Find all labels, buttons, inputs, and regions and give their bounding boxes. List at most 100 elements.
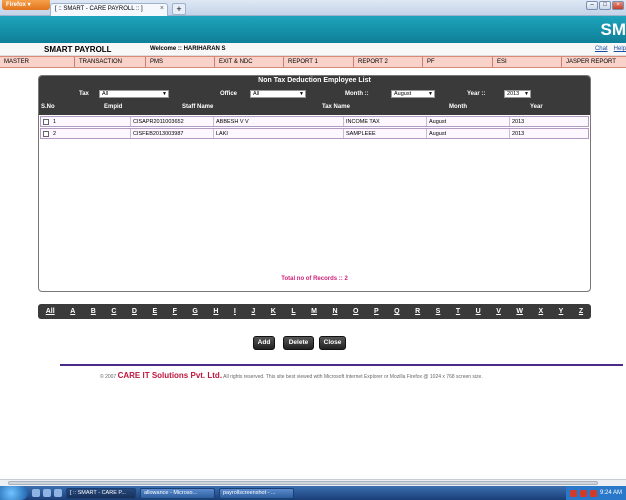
month-filter-label: Month :: [345,91,369,97]
delete-button[interactable]: Delete [283,336,314,350]
tray-icon[interactable] [589,489,597,497]
alpha-y[interactable]: Y [559,308,564,315]
alphabet-filter: All A B C D E F G H I J K L M N O P Q R … [38,304,591,319]
alpha-g[interactable]: G [192,308,197,315]
footer: © 2007 CARE IT Solutions Pvt. Ltd. All r… [100,371,483,380]
month-select[interactable]: August ▼ [391,90,435,98]
tab-title: [ :: SMART - CARE PAYROLL :: ] [55,6,143,12]
alpha-k[interactable]: K [271,308,276,315]
tray-icon[interactable] [579,489,587,497]
menu-report-1[interactable]: REPORT 1 [284,57,354,67]
year-filter-label: Year :: [467,91,486,97]
help-link[interactable]: Help [614,46,626,52]
alpha-x[interactable]: X [538,308,543,315]
app-title: SMART PAYROLL [44,45,112,54]
alpha-p[interactable]: P [374,308,379,315]
browser-tab-strip: Firefox ▾ [ :: SMART - CARE PAYROLL :: ]… [0,0,626,16]
month-select-value: August [394,91,412,97]
alpha-b[interactable]: B [91,308,96,315]
cell-month: August [427,117,510,126]
panel-header: Non Tax Deduction Employee List Tax All ▼… [39,76,590,115]
alpha-h[interactable]: H [213,308,218,315]
menu-exit-ndc[interactable]: EXIT & NDC [215,57,284,67]
clock[interactable]: 9:24 AM [600,490,622,496]
total-records: Total no of Records :: 2 [281,276,348,282]
menu-jasper-report[interactable]: JASPER REPORT [562,57,626,67]
tab-close-icon[interactable]: × [160,5,164,12]
office-select[interactable]: All ▼ [250,90,306,98]
chevron-down-icon: ▼ [524,91,529,97]
menu-esi[interactable]: ESI [493,57,562,67]
footer-rights: All rights reserved. This site best view… [223,374,483,380]
menu-pms[interactable]: PMS [146,57,215,67]
alpha-u[interactable]: U [476,308,481,315]
alpha-f[interactable]: F [173,308,177,315]
alpha-t[interactable]: T [456,308,460,315]
alpha-l[interactable]: L [291,308,295,315]
maximize-button[interactable]: □ [599,1,611,10]
horizontal-scrollbar[interactable] [0,479,626,486]
alpha-c[interactable]: C [111,308,116,315]
quicklaunch-icon[interactable] [43,489,51,497]
alpha-all[interactable]: All [46,308,55,315]
start-button[interactable] [0,486,28,500]
welcome-text: Welcome :: HARIHARAN S [150,46,226,52]
alpha-e[interactable]: E [152,308,157,315]
year-select[interactable]: 2013 ▼ [504,90,531,98]
col-header-staff-name: Staff Name [182,104,214,110]
browser-tab[interactable]: [ :: SMART - CARE PAYROLL :: ] × [50,3,168,16]
alpha-q[interactable]: Q [394,308,399,315]
menu-pf[interactable]: PF [423,57,493,67]
alpha-o[interactable]: O [353,308,358,315]
window-close-button[interactable]: × [612,1,624,10]
tray-icon[interactable] [569,489,577,497]
alpha-r[interactable]: R [415,308,420,315]
tax-select[interactable]: All ▼ [99,90,169,98]
banner-logo: SM [600,20,626,39]
alpha-a[interactable]: A [70,308,75,315]
footer-divider [60,364,623,366]
menu-transaction[interactable]: TRANSACTION [75,57,146,67]
alpha-d[interactable]: D [132,308,137,315]
office-filter-label: Office [220,91,238,97]
row-checkbox[interactable] [43,131,49,137]
quicklaunch-icon[interactable] [32,489,40,497]
minimize-button[interactable]: – [586,1,598,10]
cell-tax-name: SAMPLEEE [344,129,427,138]
table-row[interactable]: 2 CISFEB2013003987 LAKI SAMPLEEE August … [40,128,589,139]
add-button[interactable]: Add [253,336,275,350]
menu-master[interactable]: MASTER [0,57,75,67]
welcome-user: HARIHARAN S [183,46,226,52]
chevron-down-icon: ▼ [428,91,433,97]
quicklaunch-icon[interactable] [54,489,62,497]
row-checkbox[interactable] [43,119,49,125]
header-links: Chat Help [595,46,626,52]
cell-staff-name: ABBESH V V [214,117,344,126]
chat-link[interactable]: Chat [595,46,608,52]
task-word-allowance[interactable]: allowance - Microso... [140,487,215,499]
alpha-v[interactable]: V [496,308,501,315]
employee-list-panel: Non Tax Deduction Employee List Tax All ▼… [38,75,591,292]
main-menu: MASTER TRANSACTION PMS EXIT & NDC REPORT… [0,56,626,68]
app-header: SMART PAYROLL Welcome :: HARIHARAN S Cha… [0,43,626,56]
menu-report-2[interactable]: REPORT 2 [354,57,423,67]
task-payroll-screenshot[interactable]: payrollscreenshot - ... [219,487,294,499]
window-controls: – □ × [586,1,624,10]
cell-year: 2013 [512,131,525,137]
chevron-down-icon: ▼ [162,91,167,97]
table-row[interactable]: 1 CISAPR2011003652 ABBESH V V INCOME TAX… [40,116,589,127]
alpha-s[interactable]: S [436,308,441,315]
employee-table: 1 CISAPR2011003652 ABBESH V V INCOME TAX… [40,115,589,139]
alpha-n[interactable]: N [332,308,337,315]
task-firefox[interactable]: [ :: SMART - CARE P... [66,487,136,499]
system-tray: 9:24 AM [565,486,626,500]
scrollbar-thumb[interactable] [8,481,598,485]
firefox-menu-button[interactable]: Firefox ▾ [2,0,50,10]
alpha-w[interactable]: W [516,308,523,315]
alpha-i[interactable]: I [234,308,236,315]
close-button[interactable]: Close [319,336,346,350]
alpha-j[interactable]: J [251,308,255,315]
alpha-m[interactable]: M [311,308,317,315]
new-tab-button[interactable]: + [172,3,186,15]
alpha-z[interactable]: Z [579,308,583,315]
